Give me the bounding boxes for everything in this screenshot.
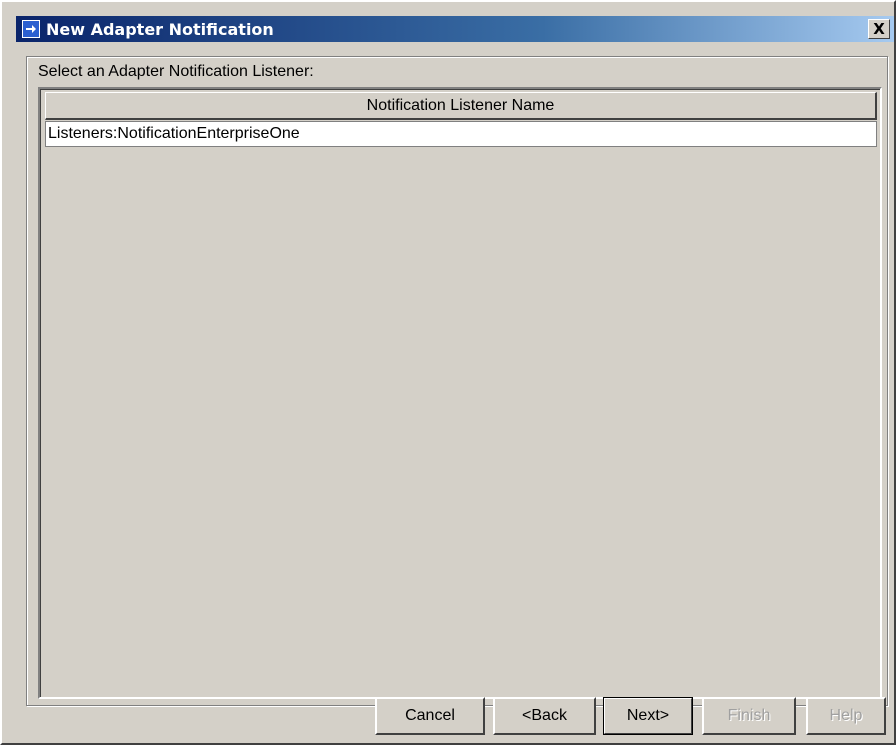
table-row[interactable]: Listeners:NotificationEnterpriseOne <box>45 121 877 147</box>
title-bar[interactable]: New Adapter Notification X <box>16 16 894 42</box>
close-button[interactable]: X <box>868 19 890 39</box>
next-button[interactable]: Next> <box>603 697 693 735</box>
listener-table[interactable]: Notification Listener Name Listeners:Not… <box>38 87 882 699</box>
prompt-label: Select an Adapter Notification Listener: <box>38 63 314 80</box>
finish-button[interactable]: Finish <box>702 697 796 735</box>
window-title: New Adapter Notification <box>46 19 274 39</box>
table-viewport: Notification Listener Name Listeners:Not… <box>40 89 880 697</box>
cancel-button[interactable]: Cancel <box>375 697 485 735</box>
back-button[interactable]: <Back <box>493 697 596 735</box>
column-header-listener-name[interactable]: Notification Listener Name <box>45 92 877 120</box>
arrow-right-icon <box>22 20 40 38</box>
help-button[interactable]: Help <box>806 697 886 735</box>
